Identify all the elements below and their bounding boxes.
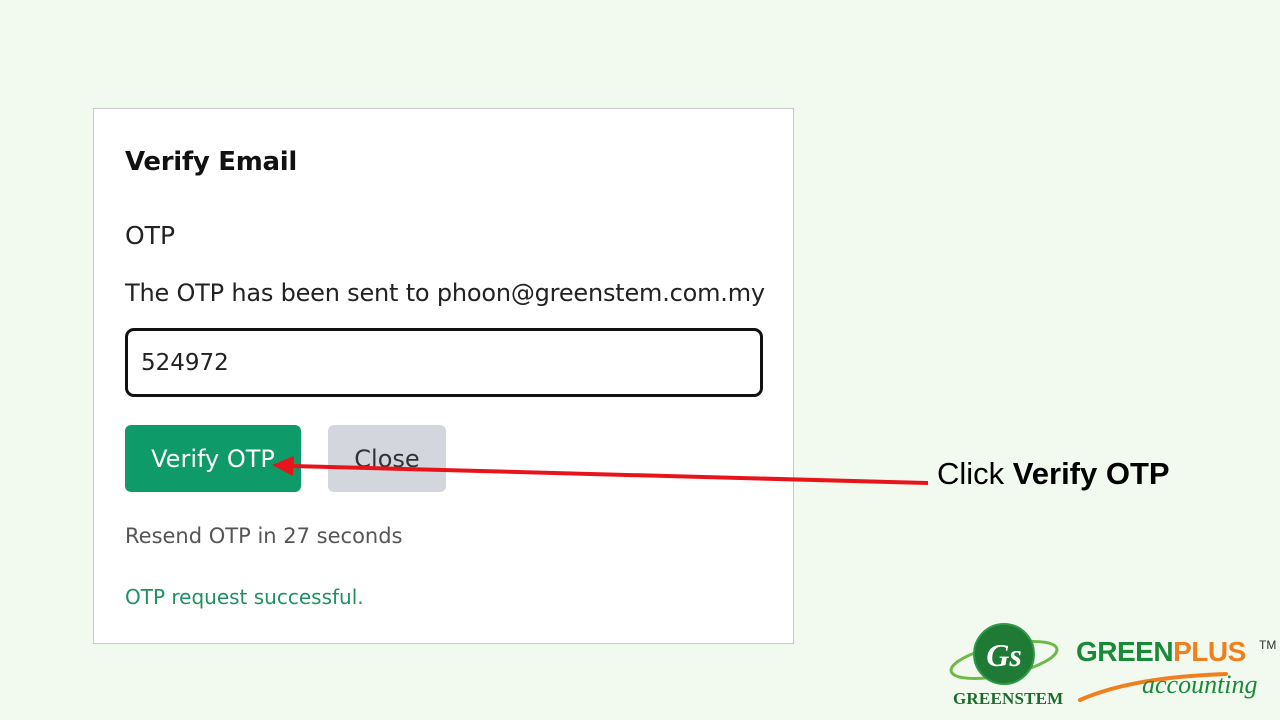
greenplus-green-text: GREEN	[1076, 636, 1174, 667]
callout-prefix: Click	[937, 456, 1005, 491]
verify-otp-button[interactable]: Verify OTP	[125, 425, 301, 492]
greenplus-orange-text: PLUS	[1173, 636, 1246, 667]
verify-email-dialog: Verify Email OTP The OTP has been sent t…	[93, 108, 794, 644]
otp-label: OTP	[125, 221, 176, 250]
trademark-mark: TM	[1259, 638, 1277, 652]
greenstem-monogram: Gs	[986, 637, 1022, 673]
otp-sent-message: The OTP has been sent to phoon@greenstem…	[125, 279, 765, 307]
otp-input[interactable]	[125, 328, 763, 397]
otp-status-message: OTP request successful.	[125, 585, 364, 609]
close-button[interactable]: Close	[328, 425, 446, 492]
resend-otp-countdown: Resend OTP in 27 seconds	[125, 524, 403, 548]
dialog-title: Verify Email	[125, 147, 298, 177]
callout-target: Verify OTP	[1012, 456, 1170, 491]
instruction-callout: Click Verify OTP	[937, 456, 1170, 492]
greenstem-brand-name: GREENSTEM	[953, 689, 1064, 708]
greenplus-logo: GREENPLUS TM accounting	[1076, 636, 1276, 716]
greenplus-accounting-text: accounting	[1142, 670, 1258, 699]
